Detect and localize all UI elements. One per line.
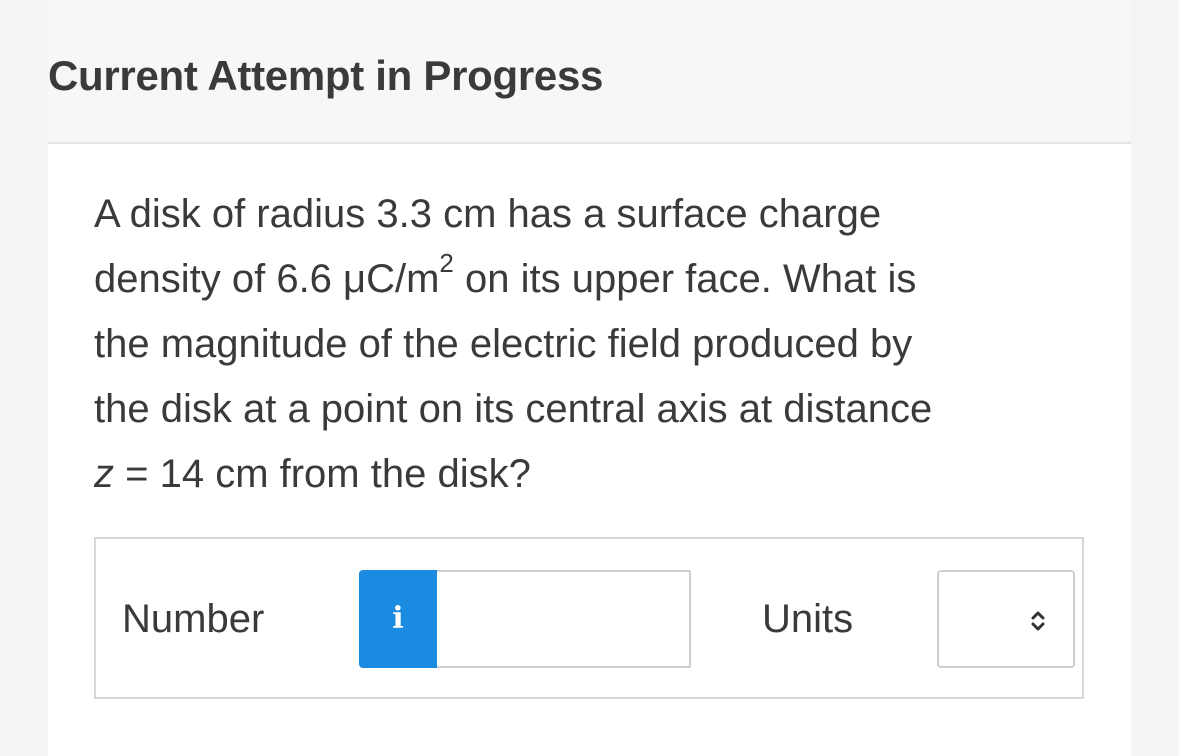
question-line-3: the magnitude of the electric field prod… [94, 322, 913, 366]
question-line-4: the disk at a point on its central axis … [94, 387, 933, 431]
info-button[interactable]: i [359, 570, 437, 668]
units-dropdown[interactable] [937, 570, 1075, 668]
question-line-5-rest: = 14 cm from the disk? [114, 452, 531, 496]
question-line-1: A disk of radius 3.3 cm has a surface ch… [94, 192, 882, 236]
question-line-5: z = 14 cm from the disk? [94, 442, 1104, 507]
attempt-header: Current Attempt in Progress [48, 0, 1131, 144]
page-title: Current Attempt in Progress [48, 52, 604, 99]
question-line-2-end: on its upper face. What is [453, 257, 917, 301]
question-line-2-start: density of 6.6 μC/m [94, 257, 440, 301]
answer-box: Number i Units [94, 537, 1084, 699]
question-panel: Current Attempt in Progress A disk of ra… [48, 0, 1131, 756]
variable-z: z [94, 452, 114, 496]
chevron-up-down-icon [1031, 611, 1045, 631]
number-input[interactable] [437, 570, 691, 668]
superscript-exponent: 2 [439, 248, 454, 278]
number-label: Number [122, 597, 265, 641]
units-label: Units [762, 597, 854, 641]
info-icon: i [392, 601, 404, 636]
question-line-2: density of 6.6 μC/m2 on its upper face. … [94, 247, 1104, 312]
question-text: A disk of radius 3.3 cm has a surface ch… [94, 182, 1104, 507]
